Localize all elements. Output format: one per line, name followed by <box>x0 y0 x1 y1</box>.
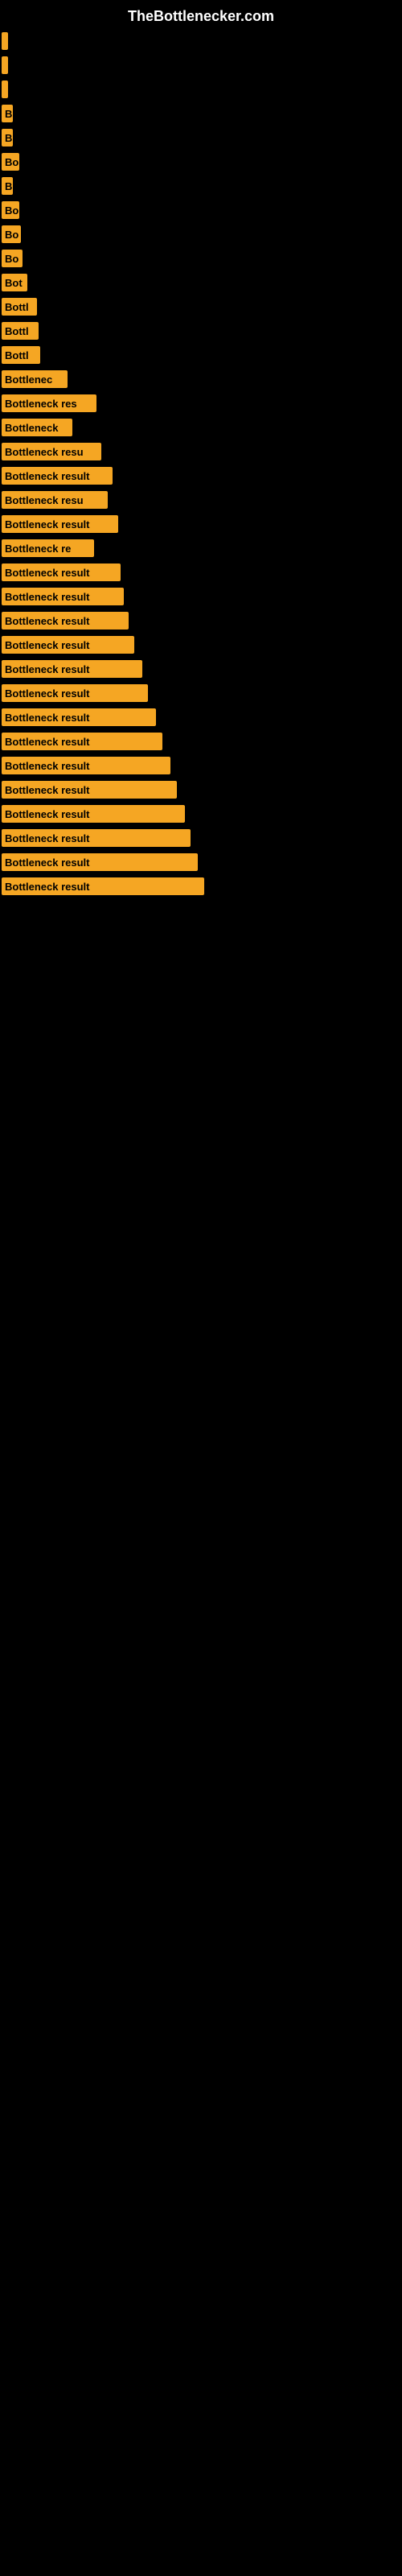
bar-row: Bottleneck result <box>0 633 402 657</box>
bar-row: Bottleneck result <box>0 464 402 488</box>
bar-row: Bottleneck res <box>0 391 402 415</box>
bar-row: Bottleneck result <box>0 705 402 729</box>
bar-row: Bottleneck result <box>0 657 402 681</box>
bar-row: Bottl <box>0 295 402 319</box>
main-container: TheBottlenecker.com BBBoBBoBoBoBotBottlB… <box>0 0 402 2576</box>
bar-row: Bottleneck result <box>0 609 402 633</box>
bar-label: B <box>2 129 13 147</box>
bar-row: Bottleneck resu <box>0 440 402 464</box>
bar-label: Bottleneck result <box>2 781 177 799</box>
bar-label: Bottlenec <box>2 370 68 388</box>
bar-row: B <box>0 101 402 126</box>
bar-label: Bottleneck result <box>2 515 118 533</box>
bar-label: Bo <box>2 225 21 243</box>
bar-row: Bottleneck re <box>0 536 402 560</box>
bar-label: B <box>2 105 13 122</box>
bar-label: Bottl <box>2 322 39 340</box>
bar-row: Bottleneck result <box>0 729 402 753</box>
bar-label: Bottleneck result <box>2 684 148 702</box>
bar-row: Bottleneck result <box>0 681 402 705</box>
bar-label: Bottleneck result <box>2 733 162 750</box>
bar-label: Bottleneck <box>2 419 72 436</box>
bar-row: Bottl <box>0 319 402 343</box>
bar-row: Bo <box>0 222 402 246</box>
bar-label <box>2 32 8 50</box>
bar-row: Bottleneck result <box>0 874 402 898</box>
bar-label <box>2 80 8 98</box>
bar-row: Bottleneck resu <box>0 488 402 512</box>
bar-label: Bottl <box>2 346 40 364</box>
bar-row: Bottleneck result <box>0 584 402 609</box>
bar-label: B <box>2 177 13 195</box>
bar-label: Bottleneck result <box>2 636 134 654</box>
bar-row: Bottlenec <box>0 367 402 391</box>
bar-label: Bottleneck result <box>2 612 129 630</box>
bar-label: Bo <box>2 153 19 171</box>
bar-label: Bottleneck result <box>2 564 121 581</box>
bar-row <box>0 53 402 77</box>
bar-row: Bottl <box>0 343 402 367</box>
bar-label: Bo <box>2 201 19 219</box>
bar-label <box>2 56 8 74</box>
bar-label: Bottleneck resu <box>2 491 108 509</box>
bar-label: Bottl <box>2 298 37 316</box>
bar-row: Bottleneck result <box>0 753 402 778</box>
bar-label: Bottleneck result <box>2 829 191 847</box>
bar-label: Bottleneck result <box>2 708 156 726</box>
bar-label: Bot <box>2 274 27 291</box>
site-title: TheBottlenecker.com <box>0 0 402 29</box>
bar-row: Bot <box>0 270 402 295</box>
bar-row: B <box>0 126 402 150</box>
bar-label: Bottleneck re <box>2 539 94 557</box>
bars-container: BBBoBBoBoBoBotBottlBottlBottlBottlenecBo… <box>0 29 402 898</box>
bar-row: Bottleneck result <box>0 850 402 874</box>
bar-row: Bottleneck result <box>0 560 402 584</box>
bar-label: Bottleneck result <box>2 757 170 774</box>
bar-label: Bottleneck resu <box>2 443 101 460</box>
bar-label: Bottleneck result <box>2 588 124 605</box>
bar-label: Bottleneck result <box>2 660 142 678</box>
bar-row: Bo <box>0 246 402 270</box>
bar-row: Bottleneck result <box>0 826 402 850</box>
bar-label: Bottleneck result <box>2 805 185 823</box>
bar-row: Bottleneck result <box>0 802 402 826</box>
bar-row: Bottleneck result <box>0 778 402 802</box>
bar-row: Bottleneck result <box>0 512 402 536</box>
bar-row: Bottleneck <box>0 415 402 440</box>
bar-label: Bottleneck result <box>2 467 113 485</box>
bar-row: Bo <box>0 198 402 222</box>
bar-row: B <box>0 174 402 198</box>
bar-label: Bottleneck res <box>2 394 96 412</box>
bar-row <box>0 77 402 101</box>
bar-label: Bottleneck result <box>2 877 204 895</box>
bar-label: Bo <box>2 250 23 267</box>
bar-label: Bottleneck result <box>2 853 198 871</box>
bar-row: Bo <box>0 150 402 174</box>
bar-row <box>0 29 402 53</box>
